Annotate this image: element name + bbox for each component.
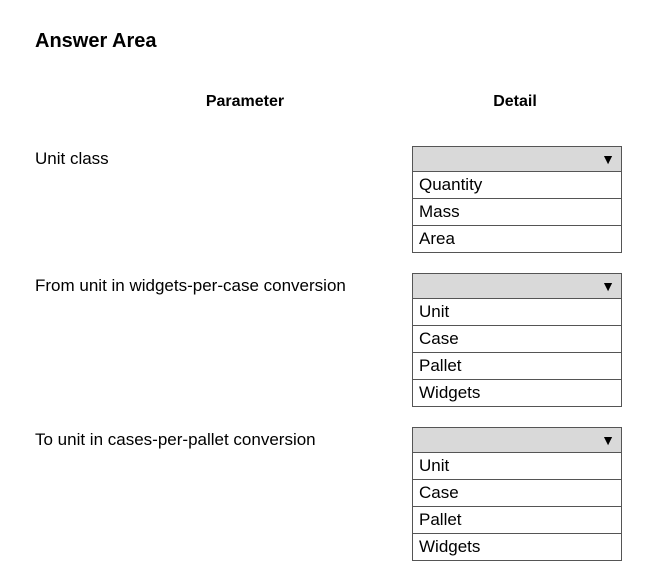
options-to-unit: Unit Case Pallet Widgets [412, 453, 622, 561]
option-widgets[interactable]: Widgets [413, 379, 621, 406]
chevron-down-icon: ▼ [601, 279, 615, 293]
header-detail: Detail [415, 93, 615, 111]
option-unit[interactable]: Unit [413, 453, 621, 479]
label-unit-class: Unit class [35, 146, 412, 169]
options-unit-class: Quantity Mass Area [412, 172, 622, 253]
options-from-unit: Unit Case Pallet Widgets [412, 299, 622, 407]
label-to-unit: To unit in cases-per-pallet conversion [35, 427, 412, 450]
header-parameter: Parameter [35, 93, 415, 111]
option-pallet[interactable]: Pallet [413, 352, 621, 379]
column-headers: Parameter Detail [35, 93, 622, 111]
option-unit[interactable]: Unit [413, 299, 621, 325]
dropdown-from-unit[interactable]: ▼ [412, 273, 622, 299]
option-pallet[interactable]: Pallet [413, 506, 621, 533]
row-from-unit: From unit in widgets-per-case conversion… [35, 273, 622, 407]
option-case[interactable]: Case [413, 479, 621, 506]
label-from-unit: From unit in widgets-per-case conversion [35, 273, 412, 296]
chevron-down-icon: ▼ [601, 152, 615, 166]
dropdown-to-unit[interactable]: ▼ [412, 427, 622, 453]
page-title: Answer Area [35, 30, 622, 53]
row-to-unit: To unit in cases-per-pallet conversion ▼… [35, 427, 622, 561]
option-case[interactable]: Case [413, 325, 621, 352]
dropdown-unit-class[interactable]: ▼ [412, 146, 622, 172]
option-widgets[interactable]: Widgets [413, 533, 621, 560]
row-unit-class: Unit class ▼ Quantity Mass Area [35, 146, 622, 253]
option-area[interactable]: Area [413, 225, 621, 252]
chevron-down-icon: ▼ [601, 433, 615, 447]
option-quantity[interactable]: Quantity [413, 172, 621, 198]
option-mass[interactable]: Mass [413, 198, 621, 225]
